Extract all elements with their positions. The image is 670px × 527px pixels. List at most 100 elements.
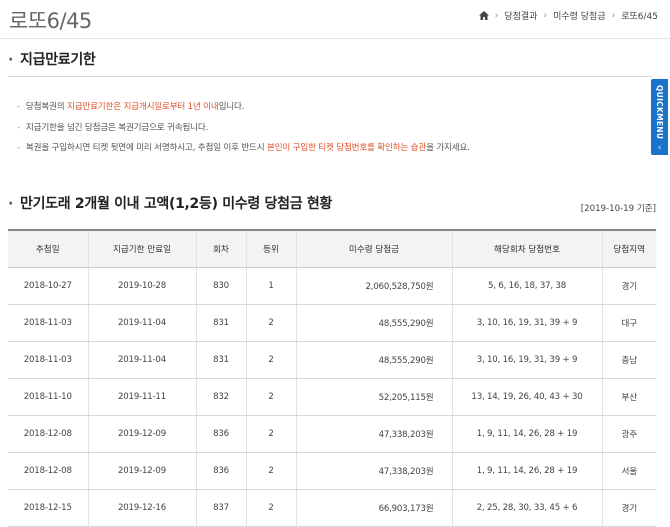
breadcrumb-item-unclaimed[interactable]: 미수령 당첨금 (553, 9, 606, 22)
cell-round: 836 (195, 452, 246, 490)
cell-winning-numbers: 2, 25, 28, 30, 33, 45 + 6 (451, 489, 602, 527)
as-of-date: [2019-10-19 기준] (580, 204, 656, 214)
table-row: 2018-11-03 2019-11-04 831 2 48,555,290원 3, 10… (8, 304, 656, 342)
column-header-winning-region: 당첨지역 (601, 229, 656, 268)
cell-rank: 2 (245, 341, 296, 379)
cell-winning-numbers: 1, 9, 11, 14, 26, 28 + 19 (451, 452, 602, 490)
cell-draw-date: 2018-11-03 (8, 341, 88, 379)
cell-winning-region: 부산 (601, 378, 656, 416)
table-row: 2018-11-10 2019-11-11 832 2 52,205,115원 13, 1… (8, 378, 656, 416)
column-header-expiry-date: 지급기한 만료일 (87, 229, 196, 268)
cell-expiry-date: 2019-12-09 (87, 415, 196, 453)
unclaimed-prize-table: 추첨일 지급기한 만료일 회차 등위 미수령 당첨금 해당회차 당첨번호 당첨지역 2018… (8, 229, 656, 527)
cell-unclaimed-amount: 2,060,528,750원 (295, 267, 452, 305)
cell-unclaimed-amount: 48,555,290원 (295, 304, 452, 342)
cell-unclaimed-amount: 47,338,203원 (295, 452, 452, 490)
cell-rank: 2 (245, 378, 296, 416)
page-title: 로또6/45 (9, 9, 92, 33)
note-text: 을 가지세요. (426, 143, 470, 153)
cell-winning-region: 충남 (601, 341, 656, 379)
cell-unclaimed-amount: 48,555,290원 (295, 341, 452, 379)
cell-round: 831 (195, 341, 246, 379)
cell-draw-date: 2018-12-08 (8, 415, 88, 453)
notes-list: - 당첨복권의 지급만료기한은 지급개시일로부터 1년 이내입니다. - 지급기한을 … (17, 97, 637, 159)
column-header-unclaimed-amount: 미수령 당첨금 (295, 229, 452, 268)
table-row: 2018-12-08 2019-12-09 836 2 47,338,203원 1, 9,… (8, 452, 656, 490)
quickmenu-button[interactable]: QUICKMENU ‹ (651, 79, 668, 155)
note-highlight: 지급만료기한은 지급개시일로부터 1년 이내 (66, 102, 219, 112)
table-row: 2018-11-03 2019-11-04 831 2 48,555,290원 3, 10… (8, 341, 656, 379)
cell-rank: 2 (245, 304, 296, 342)
section-title-unclaimed: · 만기도래 2개월 이내 고액(1,2등) 미수령 당첨금 현황 (8, 196, 333, 212)
cell-round: 837 (195, 489, 246, 527)
cell-rank: 1 (245, 267, 296, 305)
chevron-right-icon: › (494, 10, 499, 21)
table-header-row: 추첨일 지급기한 만료일 회차 등위 미수령 당첨금 해당회차 당첨번호 당첨지역 (8, 229, 656, 268)
quickmenu-label: QUICKMENU (655, 85, 664, 140)
note-text: 지급기한을 넘긴 당첨금은 복권기금으로 귀속됩니다. (25, 122, 209, 133)
cell-winning-region: 서울 (601, 452, 656, 490)
cell-round: 831 (195, 304, 246, 342)
cell-unclaimed-amount: 66,903,173원 (295, 489, 452, 527)
cell-expiry-date: 2019-11-11 (87, 378, 196, 416)
bullet-dot: · (8, 52, 14, 68)
note-item: - 복권을 구입하시면 티켓 뒷면에 미리 서명하시고, 추첨일 이후 반드시 본… (17, 138, 637, 159)
note-item: - 지급기한을 넘긴 당첨금은 복권기금으로 귀속됩니다. (17, 118, 637, 139)
cell-rank: 2 (245, 489, 296, 527)
cell-winning-region: 대구 (601, 304, 656, 342)
section-divider (8, 76, 653, 77)
cell-draw-date: 2018-12-08 (8, 452, 88, 490)
cell-winning-region: 경기 (601, 489, 656, 527)
table-row: 2018-10-27 2019-10-28 830 1 2,060,528,750원 5,… (8, 267, 656, 305)
table-row: 2018-12-08 2019-12-09 836 2 47,338,203원 1, 9,… (8, 415, 656, 453)
cell-expiry-date: 2019-10-28 (87, 267, 196, 305)
bullet-dot: · (8, 196, 14, 212)
cell-expiry-date: 2019-12-09 (87, 452, 196, 490)
cell-round: 832 (195, 378, 246, 416)
note-text: 복권을 구입하시면 티켓 뒷면에 미리 서명하시고, 추첨일 이후 반드시 (25, 143, 267, 153)
section-title-expiry: · 지급만료기한 (8, 52, 96, 68)
breadcrumb-item-current[interactable]: 로또6/45 (621, 9, 658, 22)
cell-draw-date: 2018-10-27 (8, 267, 88, 305)
column-header-draw-date: 추첨일 (8, 229, 88, 268)
home-icon[interactable] (478, 11, 489, 20)
dash-bullet: - (17, 122, 20, 133)
cell-round: 836 (195, 415, 246, 453)
cell-expiry-date: 2019-12-16 (87, 489, 196, 527)
cell-winning-numbers: 5, 6, 16, 18, 37, 38 (451, 267, 602, 305)
cell-rank: 2 (245, 415, 296, 453)
cell-unclaimed-amount: 47,338,203원 (295, 415, 452, 453)
cell-winning-region: 광주 (601, 415, 656, 453)
cell-winning-numbers: 1, 9, 11, 14, 26, 28 + 19 (451, 415, 602, 453)
note-highlight: 본인이 구입한 티켓 당첨번호를 확인하는 습관 (267, 143, 427, 153)
cell-expiry-date: 2019-11-04 (87, 304, 196, 342)
cell-draw-date: 2018-12-15 (8, 489, 88, 527)
cell-winning-numbers: 3, 10, 16, 19, 31, 39 + 9 (451, 304, 602, 342)
cell-expiry-date: 2019-11-04 (87, 341, 196, 379)
note-item: - 당첨복권의 지급만료기한은 지급개시일로부터 1년 이내입니다. (17, 97, 637, 118)
cell-draw-date: 2018-11-03 (8, 304, 88, 342)
page-header: 로또6/45 › 당첨결과 › 미수령 당첨금 › 로또6/45 (0, 0, 670, 36)
cell-winning-numbers: 3, 10, 16, 19, 31, 39 + 9 (451, 341, 602, 379)
cell-winning-numbers: 13, 14, 19, 26, 40, 43 + 30 (451, 378, 602, 416)
table-body: 2018-10-27 2019-10-28 830 1 2,060,528,750원 5,… (8, 267, 656, 527)
dash-bullet: - (17, 102, 20, 112)
dash-bullet: - (17, 143, 20, 153)
column-header-winning-numbers: 해당회차 당첨번호 (451, 229, 602, 268)
cell-round: 830 (195, 267, 246, 305)
breadcrumb-item-results[interactable]: 당첨결과 (504, 9, 537, 22)
cell-unclaimed-amount: 52,205,115원 (295, 378, 452, 416)
header-divider (0, 38, 670, 39)
chevron-left-icon: ‹ (657, 143, 662, 154)
breadcrumb: › 당첨결과 › 미수령 당첨금 › 로또6/45 (478, 9, 658, 22)
note-text: 당첨복권의 (25, 102, 67, 112)
cell-winning-region: 경기 (601, 267, 656, 305)
chevron-right-icon: › (543, 10, 548, 21)
table-row: 2018-12-15 2019-12-16 837 2 66,903,173원 2, 25… (8, 489, 656, 527)
column-header-round: 회차 (195, 229, 246, 268)
cell-rank: 2 (245, 452, 296, 490)
column-header-rank: 등위 (245, 229, 296, 268)
note-text: 입니다. (218, 102, 245, 112)
chevron-right-icon: › (611, 10, 616, 21)
cell-draw-date: 2018-11-10 (8, 378, 88, 416)
